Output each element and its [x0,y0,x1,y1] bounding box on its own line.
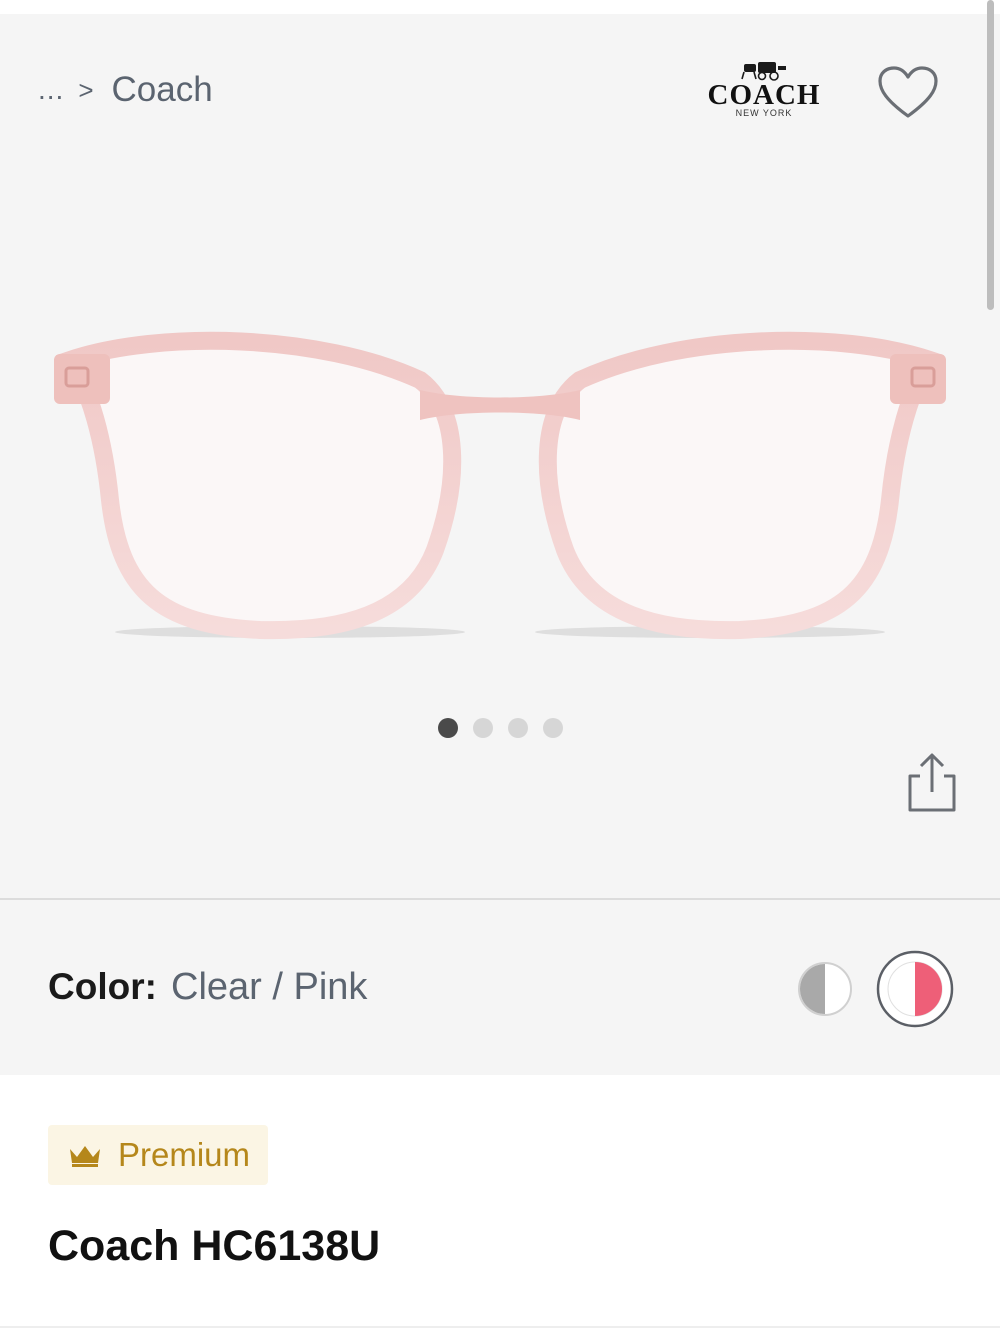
breadcrumb-ellipsis[interactable]: ... [38,74,64,106]
color-swatch-clear-grey[interactable] [797,961,853,1017]
color-value: Clear / Pink [171,966,368,1008]
status-strip [0,0,1000,14]
product-title: Coach HC6138U [48,1222,381,1270]
favorite-heart-icon[interactable] [876,64,940,122]
bottom-divider [0,1326,1000,1328]
color-label: Color: [48,966,157,1007]
color-swatch-clear-pink[interactable] [876,950,954,1028]
breadcrumb-current[interactable]: Coach [112,70,213,110]
horse-carriage-icon [741,62,786,81]
share-icon[interactable] [906,752,958,814]
chevron-right-icon: > [78,74,94,105]
product-image-glasses[interactable] [40,320,960,660]
premium-label: Premium [118,1136,251,1173]
gallery-pagination [0,718,1000,738]
pagination-dot[interactable] [507,718,528,738]
pagination-dot[interactable] [437,718,458,738]
premium-badge: Premium [48,1125,268,1185]
brand-logo-text: COACH [708,79,821,111]
product-page: ... > Coach COACH NEW YORK Color: Clear … [0,0,1000,1333]
crown-icon [70,1146,100,1167]
brand-logo-subtext: NEW YORK [736,108,793,118]
pagination-dot[interactable] [542,718,563,738]
brand-logo[interactable]: COACH NEW YORK [686,60,842,122]
pagination-dot[interactable] [472,718,493,738]
scrollbar[interactable] [987,0,994,310]
breadcrumb: ... > Coach [38,70,213,110]
